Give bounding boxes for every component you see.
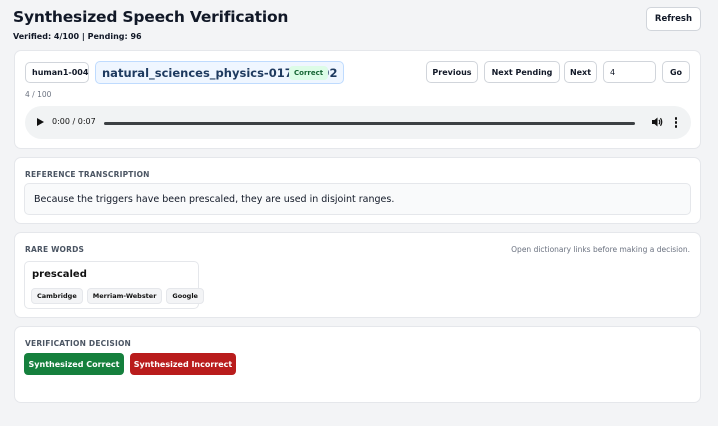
goto-index-input[interactable] <box>603 61 656 83</box>
rare-word-item: prescaled Cambridge Merriam-Webster Goog… <box>24 261 204 309</box>
previous-button[interactable]: Previous <box>426 61 478 83</box>
merriam-webster-link[interactable]: Merriam-Webster <box>86 288 163 304</box>
audio-time: 0:00 / 0:07 <box>52 117 96 126</box>
reference-card: REFERENCE TRANSCRIPTION Because the trig… <box>14 157 701 224</box>
rare-words-label: RARE WORDS <box>25 245 85 254</box>
verification-counts: Verified: 4/100 | Pending: 96 <box>13 32 142 41</box>
play-icon[interactable] <box>37 118 44 126</box>
cambridge-link[interactable]: Cambridge <box>31 288 83 304</box>
reference-label: REFERENCE TRANSCRIPTION <box>25 170 150 179</box>
next-button[interactable]: Next <box>564 61 597 83</box>
next-pending-button[interactable]: Next Pending <box>484 61 560 83</box>
synthesized-incorrect-button[interactable]: Synthesized Incorrect <box>130 353 236 375</box>
audio-seek-bar[interactable] <box>104 122 635 125</box>
dictionary-links: Cambridge Merriam-Webster Google <box>31 288 204 304</box>
rare-words-hint: Open dictionary links before making a de… <box>511 245 690 254</box>
decision-card: VERIFICATION DECISION Synthesized Correc… <box>14 326 701 403</box>
item-progress: 4 / 100 <box>25 90 52 99</box>
synthesized-correct-button[interactable]: Synthesized Correct <box>24 353 124 375</box>
volume-icon[interactable] <box>651 116 663 128</box>
decision-label: VERIFICATION DECISION <box>25 339 131 348</box>
rare-words-card: RARE WORDS Open dictionary links before … <box>14 232 701 318</box>
go-button[interactable]: Go <box>662 61 690 83</box>
page-title: Synthesized Speech Verification <box>13 8 289 26</box>
page-header: Synthesized Speech Verification Verified… <box>13 7 701 42</box>
audio-player: 0:00 / 0:07 <box>25 106 691 139</box>
speaker-id-chip: human1-004 <box>25 62 89 83</box>
reference-text: Because the triggers have been prescaled… <box>24 183 691 215</box>
google-link[interactable]: Google <box>166 288 204 304</box>
status-badge: Correct <box>289 66 329 80</box>
refresh-button[interactable]: Refresh <box>645 7 701 31</box>
rare-word: prescaled <box>32 269 87 280</box>
more-options-icon[interactable] <box>674 117 678 129</box>
item-card: human1-004 natural_sciences_physics-017-… <box>14 50 701 149</box>
